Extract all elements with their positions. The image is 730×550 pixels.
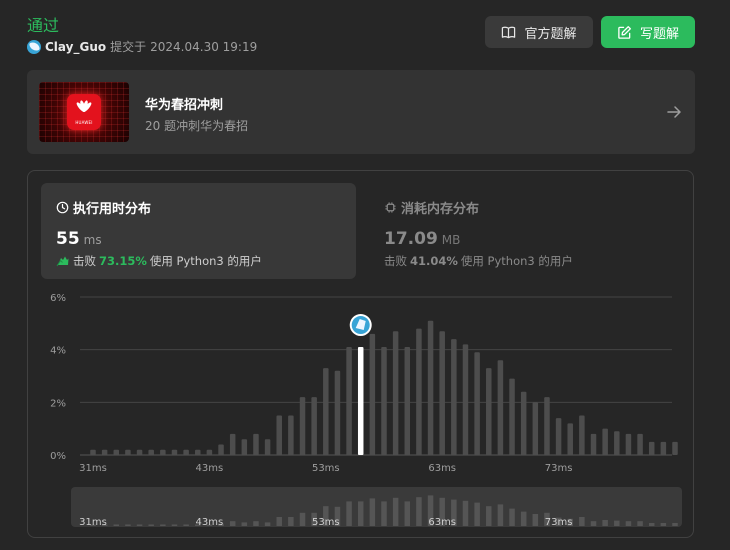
promo-banner[interactable]: HUAWEI 华为春招冲刺 20 题冲刺华为春招	[27, 70, 695, 154]
stats-card: 执行用时分布 55 ms 击败 73.15% 使用 Python3 的用户 消耗内…	[27, 170, 694, 538]
promo-title: 华为春招冲刺	[145, 98, 224, 113]
memory-tab-label: 消耗内存分布	[401, 202, 480, 217]
runtime-unit: ms	[83, 233, 102, 247]
avatar[interactable]	[27, 39, 41, 54]
runtime-tab-label: 执行用时分布	[73, 202, 152, 217]
write-solution-button[interactable]: 写题解	[601, 16, 695, 48]
thumb-logo-text: HUAWEI	[75, 120, 93, 125]
tab-memory[interactable]: 消耗内存分布 17.09 MB 击败 41.04% 使用 Python3 的用户	[369, 183, 669, 279]
status-title: 通过	[27, 16, 60, 35]
tab-runtime[interactable]: 执行用时分布 55 ms 击败 73.15% 使用 Python3 的用户	[41, 183, 356, 279]
memory-beats-pct: 41.04%	[410, 254, 458, 268]
memory-unit: MB	[441, 233, 461, 247]
write-solution-label: 写题解	[639, 26, 679, 42]
submission-meta: Clay_Guo 提交于 2024.04.30 19:19	[27, 38, 257, 55]
runtime-tab-header: 执行用时分布	[56, 198, 151, 217]
submitted-label: 提交于	[110, 40, 147, 54]
edit-icon	[618, 25, 631, 39]
clock-icon	[56, 201, 69, 214]
runtime-value: 55 ms	[56, 229, 102, 249]
memory-value: 17.09 MB	[384, 229, 461, 249]
memory-beats: 击败 41.04% 使用 Python3 的用户	[384, 253, 573, 269]
runtime-beats-pct: 73.15%	[99, 254, 147, 268]
clap-icon	[56, 256, 69, 267]
book-icon	[502, 26, 516, 38]
username-link[interactable]: Clay_Guo	[45, 40, 106, 54]
huawei-logo-icon: HUAWEI	[67, 94, 101, 130]
chip-icon	[385, 202, 396, 213]
official-solution-button[interactable]: 官方题解	[485, 16, 593, 48]
official-solution-label: 官方题解	[524, 26, 577, 42]
promo-thumbnail: HUAWEI	[39, 82, 129, 142]
runtime-beats-suffix: 使用 Python3 的用户	[149, 254, 262, 268]
promo-subtitle: 20 题冲刺华为春招	[145, 119, 249, 133]
submission-timestamp: 2024.04.30 19:19	[150, 39, 258, 54]
memory-beats-suffix: 使用 Python3 的用户	[460, 254, 573, 268]
memory-beats-label: 击败	[384, 254, 407, 268]
runtime-beats: 击败 73.15% 使用 Python3 的用户	[56, 253, 262, 269]
memory-tab-header: 消耗内存分布	[384, 198, 479, 217]
arrow-right-icon[interactable]	[665, 103, 683, 121]
runtime-beats-label: 击败	[73, 254, 96, 268]
